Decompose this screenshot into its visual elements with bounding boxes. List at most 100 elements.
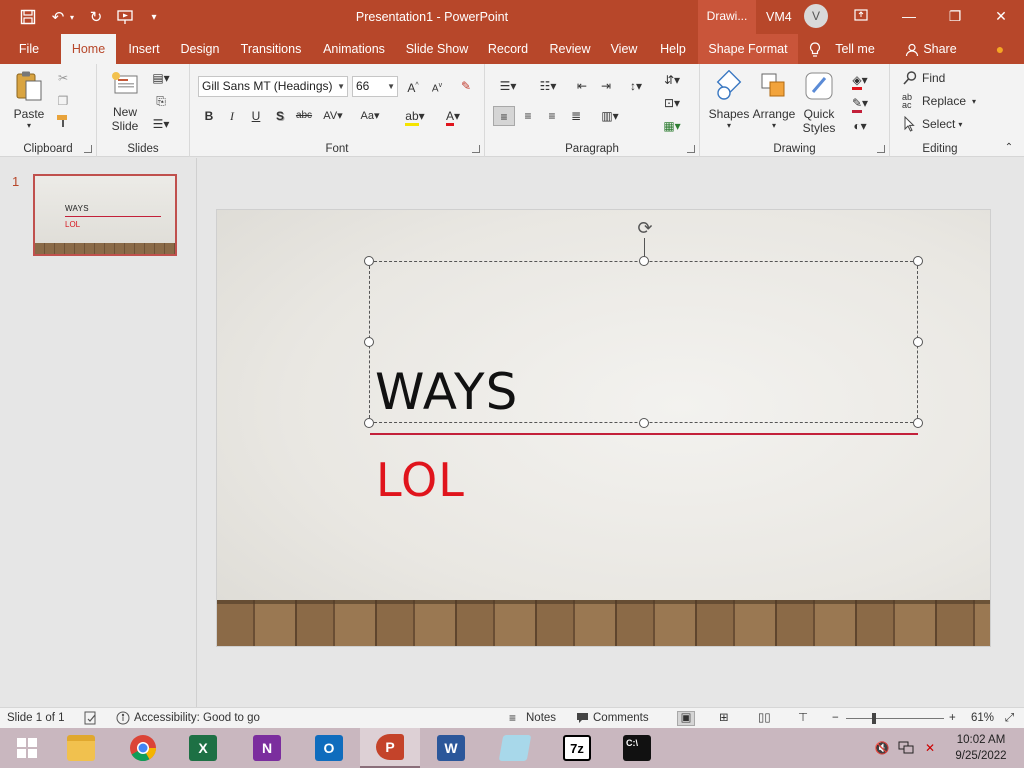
network-icon[interactable] — [896, 728, 916, 768]
convert-to-smartart-icon[interactable]: ▦▾ — [657, 116, 687, 136]
replace-dropdown-icon[interactable]: ▾ — [972, 97, 976, 106]
select-dropdown-icon[interactable]: ▾ — [958, 120, 962, 129]
tab-record[interactable]: Record — [484, 34, 532, 64]
file-explorer-icon[interactable] — [54, 728, 108, 768]
notes-button[interactable]: Notes — [526, 708, 556, 729]
start-windows-icon[interactable] — [0, 728, 54, 768]
spell-check-icon[interactable] — [84, 708, 98, 729]
collapse-ribbon-icon[interactable]: ⌃ — [1000, 140, 1018, 156]
slide-show-view-icon[interactable]: ⊤ — [798, 708, 808, 729]
font-name-dropdown-icon[interactable]: ▼ — [337, 77, 345, 96]
fit-to-window-icon[interactable]: ⤢ — [1005, 708, 1014, 729]
lightbulb-icon[interactable] — [806, 34, 824, 64]
columns-icon[interactable]: ▥▾ — [595, 106, 625, 126]
strikethrough-icon[interactable]: abc — [293, 106, 315, 126]
highlight-color-icon[interactable]: ab▾ — [400, 106, 430, 126]
notes-icon[interactable]: ≡ — [509, 708, 516, 729]
replace-button[interactable]: ab ac Replace ▾ — [902, 91, 976, 111]
shape-fill-icon[interactable]: ◈▾ — [844, 70, 876, 90]
shapes-button[interactable]: Shapes ▾ — [708, 69, 750, 130]
quick-styles-button[interactable]: Quick Styles — [798, 70, 840, 135]
tell-me-search[interactable]: Tell me — [830, 34, 880, 64]
resize-handle-right[interactable] — [913, 337, 923, 347]
outlook-icon[interactable]: O — [302, 728, 356, 768]
align-center-icon[interactable]: ≡ — [517, 106, 539, 126]
decrease-indent-icon[interactable]: ⇤ — [571, 76, 593, 96]
select-button[interactable]: Select ▾ — [902, 114, 962, 134]
slide-title-text[interactable]: WAYS — [375, 360, 518, 424]
volume-muted-icon[interactable]: 🔇 — [872, 728, 892, 768]
tab-help[interactable]: Help — [654, 34, 692, 64]
font-size-dropdown-icon[interactable]: ▼ — [387, 77, 395, 96]
copy-icon[interactable]: ❐ — [52, 91, 74, 111]
paragraph-launcher-icon[interactable] — [687, 145, 695, 153]
tab-slide-show[interactable]: Slide Show — [403, 34, 471, 64]
undo-dropdown-icon[interactable]: ▾ — [66, 0, 78, 34]
comments-button[interactable]: Comments — [593, 708, 649, 729]
italic-icon[interactable]: I — [221, 106, 243, 126]
resize-handle-bottom-left[interactable] — [364, 418, 374, 428]
layout-icon[interactable]: ▤▾ — [147, 68, 175, 88]
text-direction-icon[interactable]: ⇵▾ — [657, 70, 687, 90]
slide-sorter-icon[interactable]: ⊞ — [719, 708, 729, 729]
customize-toolbar-icon[interactable]: ▾ — [142, 0, 166, 34]
word-icon[interactable]: W — [424, 728, 478, 768]
cut-icon[interactable]: ✂ — [52, 68, 74, 88]
redo-icon[interactable]: ↻ — [84, 0, 108, 34]
clipboard-launcher-icon[interactable] — [84, 145, 92, 153]
share-person-icon[interactable] — [903, 34, 921, 64]
powerpoint-taskbar-icon[interactable]: P — [360, 728, 420, 768]
zoom-slider-thumb[interactable] — [872, 713, 876, 724]
resize-handle-top[interactable] — [639, 256, 649, 266]
zoom-level[interactable]: 61% — [971, 708, 994, 729]
tab-insert[interactable]: Insert — [122, 34, 166, 64]
command-prompt-icon[interactable]: C:\ — [610, 728, 664, 768]
reset-slide-icon[interactable]: ⎘ — [147, 91, 175, 111]
bold-icon[interactable]: B — [198, 106, 220, 126]
accessibility-status[interactable]: Accessibility: Good to go — [134, 708, 260, 729]
rotate-handle-icon[interactable]: ⟳ — [633, 217, 657, 239]
notepad-icon[interactable] — [488, 728, 542, 768]
font-size-combo[interactable]: 66 ▼ — [352, 76, 398, 97]
share-button[interactable]: Share — [922, 34, 958, 64]
align-right-icon[interactable]: ≡ — [541, 106, 563, 126]
zoom-slider-track[interactable] — [846, 718, 944, 719]
slide-thumbnail[interactable]: WAYS LOL — [33, 174, 177, 256]
normal-view-icon[interactable]: ▣ — [677, 711, 695, 726]
font-launcher-icon[interactable] — [472, 145, 480, 153]
resize-handle-left[interactable] — [364, 337, 374, 347]
resize-handle-top-right[interactable] — [913, 256, 923, 266]
save-icon[interactable] — [16, 0, 40, 34]
tab-view[interactable]: View — [606, 34, 642, 64]
zoom-in-icon[interactable]: + — [949, 708, 956, 729]
comments-icon[interactable] — [576, 708, 589, 729]
restore-icon[interactable]: ❐ — [932, 0, 978, 34]
onenote-icon[interactable]: N — [240, 728, 294, 768]
text-shadow-icon[interactable]: S — [269, 106, 291, 126]
7zip-icon[interactable]: 7z — [550, 728, 604, 768]
close-icon[interactable]: ✕ — [978, 0, 1024, 34]
shape-effects-icon[interactable]: ◐▾ — [844, 116, 876, 136]
tab-home[interactable]: Home — [61, 34, 116, 65]
reading-view-icon[interactable]: ▯▯ — [758, 708, 771, 729]
notification-dot-icon[interactable]: ● — [994, 34, 1006, 64]
font-name-combo[interactable]: Gill Sans MT (Headings) ▼ — [198, 76, 348, 97]
chrome-icon[interactable] — [116, 728, 170, 768]
accessibility-icon[interactable] — [116, 708, 130, 729]
increase-indent-icon[interactable]: ⇥ — [595, 76, 617, 96]
underline-icon[interactable]: U — [245, 106, 267, 126]
align-left-icon[interactable]: ≡ — [493, 106, 515, 126]
resize-handle-top-left[interactable] — [364, 256, 374, 266]
minimize-icon[interactable]: — — [886, 0, 932, 34]
tab-design[interactable]: Design — [174, 34, 226, 64]
user-name[interactable]: VM4 — [766, 0, 792, 34]
decrease-font-size-icon[interactable]: Av — [426, 76, 448, 96]
arrange-button[interactable]: Arrange ▾ — [750, 70, 798, 130]
tab-review[interactable]: Review — [545, 34, 595, 64]
present-from-start-icon[interactable] — [114, 0, 138, 34]
character-spacing-icon[interactable]: AV▾ — [318, 106, 348, 126]
shape-outline-icon[interactable]: ✎▾ — [844, 93, 876, 113]
tab-transitions[interactable]: Transitions — [236, 34, 306, 64]
tab-animations[interactable]: Animations — [318, 34, 390, 64]
system-clock[interactable]: 10:02 AM 9/25/2022 — [948, 732, 1014, 764]
